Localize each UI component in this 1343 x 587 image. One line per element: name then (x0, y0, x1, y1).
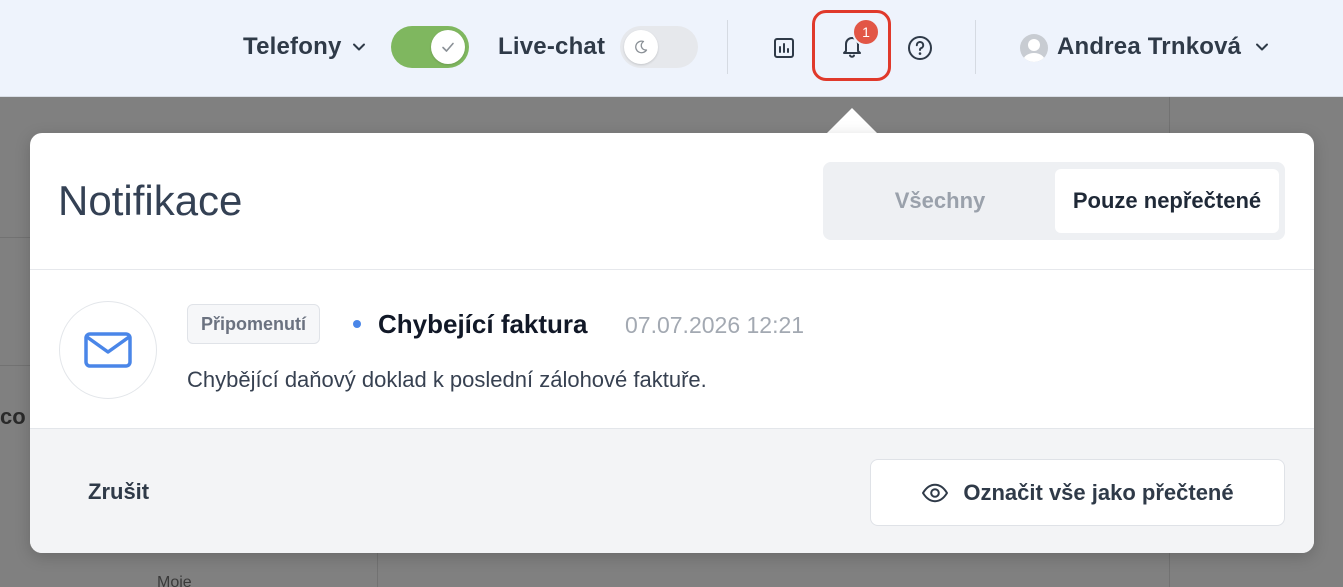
popup-footer: Zrušit Označit vše jako přečtené (30, 428, 1314, 553)
eye-icon (922, 483, 949, 502)
mark-all-read-button[interactable]: Označit vše jako přečtené (870, 459, 1285, 526)
notification-time: 07.07.2026 12:21 (625, 312, 805, 338)
popup-caret (826, 108, 878, 134)
user-menu[interactable]: Andrea Trnková (1057, 33, 1269, 61)
notification-tag: Připomenutí (187, 304, 321, 344)
mark-all-read-label: Označit vše jako přečtené (963, 479, 1234, 505)
top-bar: Telefony Live-chat 1 Andrea Trnková (0, 0, 1343, 97)
livechat-label: Live-chat (498, 33, 606, 60)
chevron-down-icon (352, 43, 365, 51)
background-divider (0, 365, 30, 366)
divider (975, 20, 976, 74)
livechat-item: Live-chat (498, 33, 605, 61)
background-divider (377, 553, 378, 587)
toggle-knob (431, 30, 465, 64)
notifications-popup: Notifikace Všechny Pouze nepřečtené Přip… (30, 133, 1314, 553)
background-text: co (0, 404, 26, 429)
notification-filter: Všechny Pouze nepřečtené (823, 162, 1285, 240)
background-text: Moje (157, 574, 192, 587)
notification-body: Chybějící daňový doklad k poslední záloh… (187, 367, 707, 392)
user-name: Andrea Trnková (1057, 33, 1242, 60)
envelope-icon (84, 332, 132, 368)
background-divider (1169, 97, 1170, 133)
help-button[interactable] (904, 32, 936, 64)
help-icon (908, 36, 932, 60)
unread-dot (353, 320, 361, 328)
check-icon (442, 42, 454, 52)
statistics-button[interactable] (768, 32, 800, 64)
toggle-knob (624, 30, 658, 64)
popup-title: Notifikace (58, 177, 243, 224)
phones-label: Telefony (243, 33, 342, 60)
moon-icon (635, 40, 648, 54)
filter-unread-button[interactable]: Pouze nepřečtené (1055, 169, 1279, 233)
bar-chart-icon (774, 38, 794, 58)
cancel-button[interactable]: Zrušit (88, 479, 149, 505)
phones-toggle[interactable] (391, 26, 469, 68)
notifications-button[interactable] (812, 10, 891, 81)
popup-header: Notifikace Všechny Pouze nepřečtené (30, 133, 1314, 270)
notification-count-badge: 1 (852, 18, 880, 46)
phones-menu[interactable]: Telefony (243, 33, 366, 61)
livechat-toggle[interactable] (620, 26, 698, 68)
notification-item[interactable]: Připomenutí Chybející faktura 07.07.2026… (30, 271, 1314, 428)
filter-all-button[interactable]: Všechny (829, 169, 1051, 233)
notification-icon-circle (59, 301, 157, 399)
background-divider (0, 237, 30, 238)
notification-title: Chybející faktura (378, 309, 588, 339)
divider (727, 20, 728, 74)
background-divider (1169, 553, 1170, 587)
chevron-down-icon (1256, 43, 1269, 51)
avatar[interactable] (1020, 34, 1048, 62)
